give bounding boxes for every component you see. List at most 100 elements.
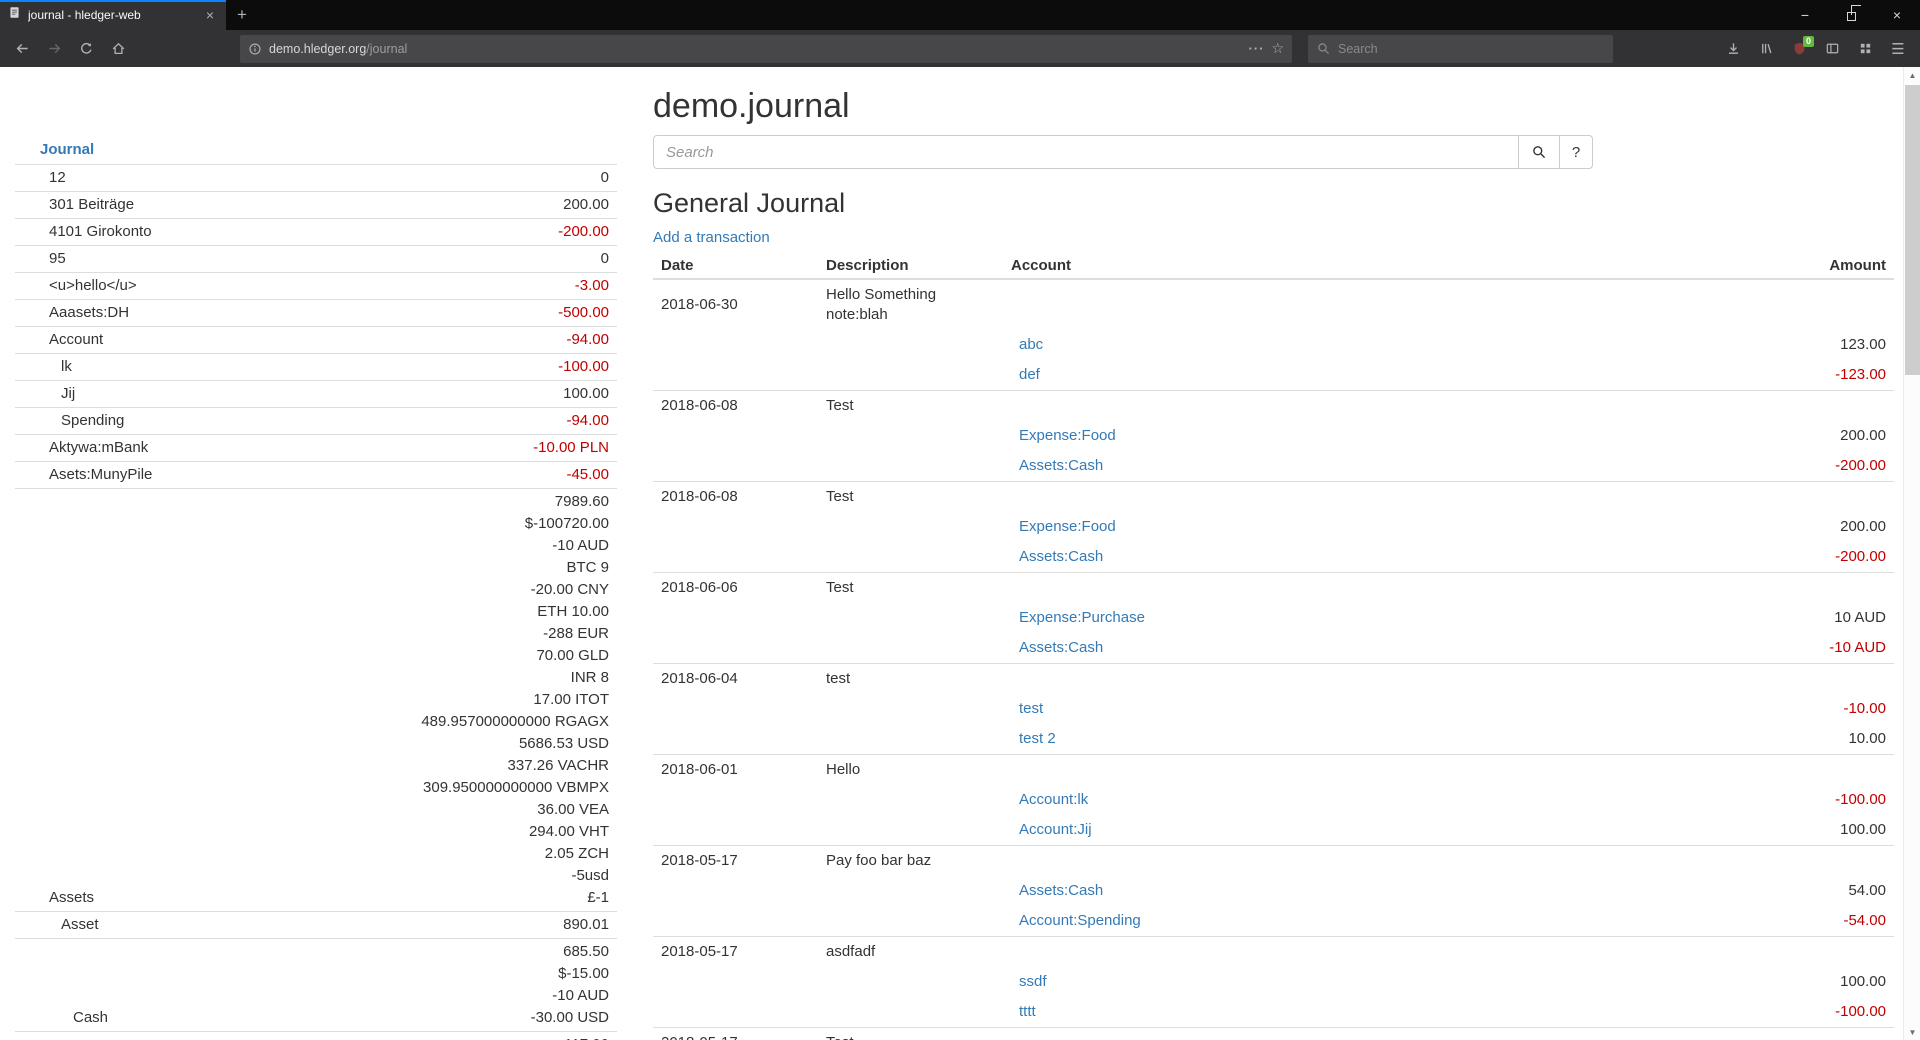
- empty-cell: [1003, 573, 1574, 604]
- empty-cell: [1574, 573, 1894, 604]
- window-restore-button[interactable]: [1828, 0, 1874, 30]
- sidebar-account-link[interactable]: 95: [49, 250, 66, 267]
- reload-button[interactable]: [71, 35, 101, 63]
- balance-amount: 7989.60: [274, 491, 609, 513]
- posting-amount: 10 AUD: [1574, 603, 1894, 633]
- transaction-description: Test: [818, 391, 1003, 422]
- account-row: Spending-94.00: [15, 408, 617, 435]
- empty-cell: [653, 330, 818, 360]
- balance-amount: -200.00: [274, 221, 609, 243]
- posting-row: Expense:Food200.00: [653, 512, 1894, 542]
- sidebar-account-link[interactable]: Aktywa:mBank: [49, 439, 148, 456]
- sidebar-account-link[interactable]: Aaasets:DH: [49, 304, 129, 321]
- menu-button[interactable]: ☰: [1883, 35, 1913, 63]
- apps-grid-button[interactable]: [1850, 35, 1880, 63]
- url-text: demo.hledger.org/journal: [269, 42, 1241, 56]
- sidebar-account-link[interactable]: Asets:MunyPile: [49, 466, 152, 483]
- window-minimize-button[interactable]: −: [1782, 0, 1828, 30]
- new-tab-button[interactable]: +: [226, 0, 258, 30]
- sidebar-account-link[interactable]: Cash: [73, 1009, 108, 1026]
- balance-amount: -500.00: [274, 302, 609, 324]
- account-row: Asets:MunyPile-45.00: [15, 462, 617, 489]
- posting-account-link[interactable]: ssdf: [1019, 973, 1047, 990]
- posting-account-link[interactable]: abc: [1019, 336, 1043, 353]
- posting-account-link[interactable]: test: [1019, 700, 1043, 717]
- scrollbar-down-arrow[interactable]: ▼: [1904, 1024, 1920, 1040]
- sidebar-account-link[interactable]: Account: [49, 331, 103, 348]
- add-transaction-link[interactable]: Add a transaction: [653, 229, 770, 246]
- balance-amount: BTC 9: [274, 557, 609, 579]
- browser-tab[interactable]: journal - hledger-web ×: [0, 0, 226, 30]
- empty-cell: [1003, 937, 1574, 968]
- posting-account-link[interactable]: Assets:Cash: [1019, 882, 1103, 899]
- sidebar-account-link[interactable]: Spending: [61, 412, 124, 429]
- sidebar-account-link[interactable]: lk: [61, 358, 72, 375]
- downloads-button[interactable]: [1718, 35, 1748, 63]
- sidebar-account-link[interactable]: Asset: [61, 916, 99, 933]
- sidebar-account-link[interactable]: <u>hello</u>: [49, 277, 137, 294]
- bookmark-star-icon[interactable]: ☆: [1271, 40, 1284, 57]
- sidebar-account-link[interactable]: 301 Beiträge: [49, 196, 134, 213]
- sidebar-account-link[interactable]: 4101 Girokonto: [49, 223, 152, 240]
- account-row: -117.00: [15, 1032, 617, 1040]
- sidebars-button[interactable]: [1817, 35, 1847, 63]
- url-bar[interactable]: demo.hledger.org/journal ··· ☆: [240, 35, 1292, 63]
- browser-search-placeholder: Search: [1338, 42, 1378, 56]
- accounts-sidebar: Journal 120301 Beiträge200.004101 Giroko…: [15, 67, 617, 1040]
- account-balance-cell: -117.00: [266, 1032, 617, 1040]
- transaction-description: Test: [818, 573, 1003, 604]
- sidebar-journal-link[interactable]: Journal: [15, 139, 102, 164]
- back-icon: [15, 41, 30, 56]
- posting-account-cell: Expense:Purchase: [1003, 603, 1574, 633]
- journal-search-button[interactable]: [1518, 135, 1560, 169]
- posting-account-cell: Assets:Cash: [1003, 542, 1574, 573]
- site-info-icon[interactable]: [248, 42, 262, 56]
- account-name-cell: [15, 1032, 266, 1040]
- sidebar-account-link[interactable]: Jij: [61, 385, 75, 402]
- empty-cell: [1003, 664, 1574, 695]
- account-name-cell: Asets:MunyPile: [15, 462, 266, 489]
- journal-search-input[interactable]: [653, 135, 1519, 169]
- sidebar-account-link[interactable]: Assets: [49, 889, 94, 906]
- back-button[interactable]: [7, 35, 37, 63]
- home-button[interactable]: [103, 35, 133, 63]
- posting-account-cell: Assets:Cash: [1003, 633, 1574, 664]
- transaction-date: 2018-06-04: [653, 664, 818, 695]
- adblock-extension-button[interactable]: 0: [1784, 35, 1814, 63]
- browser-search-bar[interactable]: Search: [1308, 35, 1613, 63]
- posting-account-link[interactable]: Account:lk: [1019, 791, 1088, 808]
- posting-row: def-123.00: [653, 360, 1894, 391]
- empty-cell: [1574, 1028, 1894, 1040]
- page-scrollbar[interactable]: ▲ ▼: [1903, 67, 1920, 1040]
- tab-close-icon[interactable]: ×: [202, 6, 218, 24]
- posting-account-link[interactable]: Assets:Cash: [1019, 639, 1103, 656]
- library-button[interactable]: [1751, 35, 1781, 63]
- balance-amount: -5usd: [274, 865, 609, 887]
- transaction-row: 2018-06-30Hello Something note:blah: [653, 279, 1894, 330]
- sidebar-icon: [1825, 41, 1840, 56]
- account-row: Asset890.01: [15, 912, 617, 939]
- page-actions-icon[interactable]: ···: [1248, 41, 1264, 56]
- account-row: Jij100.00: [15, 381, 617, 408]
- posting-account-link[interactable]: tttt: [1019, 1003, 1036, 1020]
- forward-button[interactable]: [39, 35, 69, 63]
- posting-account-link[interactable]: Expense:Food: [1019, 518, 1116, 535]
- account-balance-cell: 200.00: [266, 192, 617, 219]
- window-close-button[interactable]: ×: [1874, 0, 1920, 30]
- posting-account-link[interactable]: Expense:Food: [1019, 427, 1116, 444]
- scrollbar-thumb[interactable]: [1905, 85, 1920, 375]
- posting-account-link[interactable]: Assets:Cash: [1019, 457, 1103, 474]
- transaction-date: 2018-06-08: [653, 391, 818, 422]
- tab-favicon-icon: [8, 6, 21, 24]
- account-name-cell: Asset: [15, 912, 266, 939]
- posting-account-link[interactable]: Expense:Purchase: [1019, 609, 1145, 626]
- search-help-button[interactable]: ?: [1559, 135, 1593, 169]
- sidebar-account-link[interactable]: 12: [49, 169, 66, 186]
- posting-account-link[interactable]: test 2: [1019, 730, 1056, 747]
- empty-cell: [818, 967, 1003, 997]
- posting-account-link[interactable]: Account:Jij: [1019, 821, 1092, 838]
- posting-account-link[interactable]: def: [1019, 366, 1040, 383]
- scrollbar-up-arrow[interactable]: ▲: [1904, 67, 1920, 83]
- posting-account-link[interactable]: Assets:Cash: [1019, 548, 1103, 565]
- posting-account-link[interactable]: Account:Spending: [1019, 912, 1141, 929]
